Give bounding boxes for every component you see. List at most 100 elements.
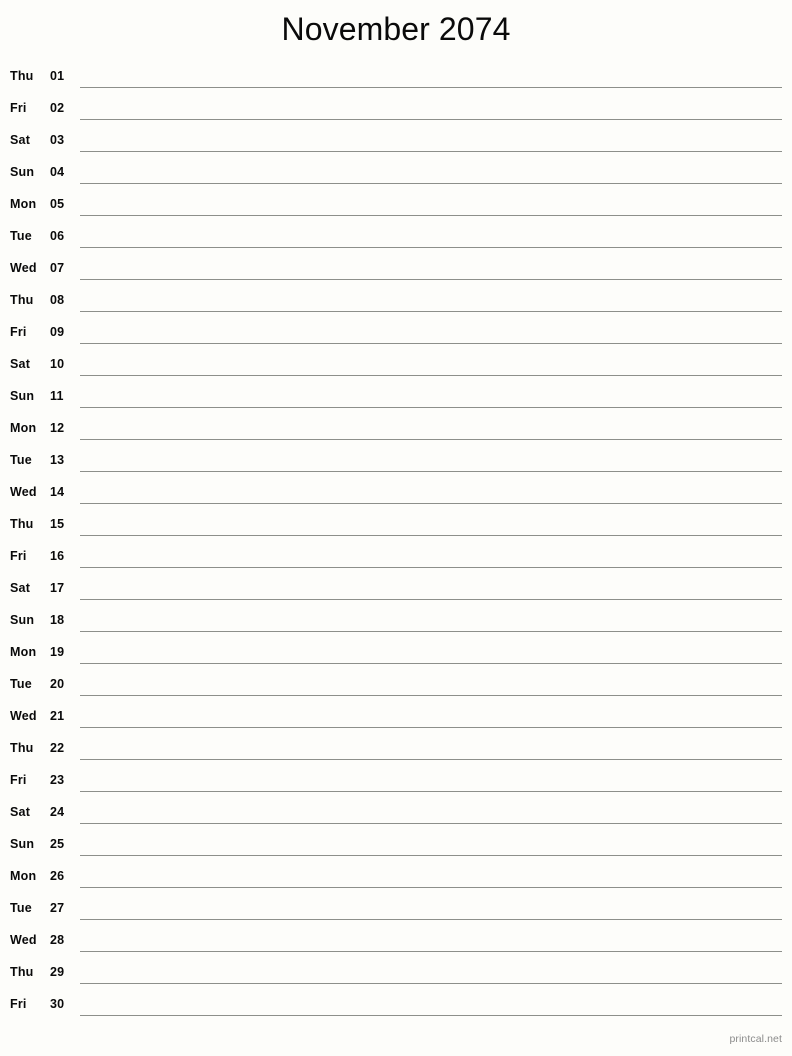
- weekday-label: Sun: [10, 165, 35, 179]
- note-writing-line[interactable]: [80, 919, 782, 920]
- note-writing-line[interactable]: [80, 183, 782, 184]
- note-writing-line[interactable]: [80, 727, 782, 728]
- day-row: Sat 10: [0, 348, 792, 380]
- weekday-label: Fri: [10, 101, 27, 115]
- note-writing-line[interactable]: [80, 247, 782, 248]
- weekday-label: Wed: [10, 485, 37, 499]
- weekday-label: Thu: [10, 517, 34, 531]
- day-number: 07: [50, 261, 65, 275]
- note-writing-line[interactable]: [80, 407, 782, 408]
- day-number: 19: [50, 645, 65, 659]
- day-number: 01: [50, 69, 65, 83]
- weekday-label: Sat: [10, 581, 31, 595]
- note-writing-line[interactable]: [80, 791, 782, 792]
- note-writing-line[interactable]: [80, 375, 782, 376]
- note-writing-line[interactable]: [80, 887, 782, 888]
- note-writing-line[interactable]: [80, 983, 782, 984]
- note-writing-line[interactable]: [80, 343, 782, 344]
- weekday-label: Sat: [10, 133, 31, 147]
- day-number: 04: [50, 165, 65, 179]
- note-writing-line[interactable]: [80, 567, 782, 568]
- note-writing-line[interactable]: [80, 119, 782, 120]
- day-row: Tue 13: [0, 444, 792, 476]
- weekday-label: Sun: [10, 613, 35, 627]
- day-number: 22: [50, 741, 65, 755]
- note-writing-line[interactable]: [80, 151, 782, 152]
- day-number: 21: [50, 709, 65, 723]
- day-row: Fri 16: [0, 540, 792, 572]
- day-number: 14: [50, 485, 65, 499]
- day-row: Fri 30: [0, 988, 792, 1020]
- note-writing-line[interactable]: [80, 87, 782, 88]
- day-row: Fri 09: [0, 316, 792, 348]
- day-row: Tue 27: [0, 892, 792, 924]
- weekday-label: Mon: [10, 197, 37, 211]
- day-row: Wed 28: [0, 924, 792, 956]
- note-writing-line[interactable]: [80, 759, 782, 760]
- note-writing-line[interactable]: [80, 663, 782, 664]
- day-row: Sat 24: [0, 796, 792, 828]
- day-row: Sat 17: [0, 572, 792, 604]
- day-number: 25: [50, 837, 65, 851]
- day-number: 29: [50, 965, 65, 979]
- note-writing-line[interactable]: [80, 823, 782, 824]
- weekday-label: Fri: [10, 325, 27, 339]
- weekday-label: Thu: [10, 741, 34, 755]
- weekday-label: Tue: [10, 677, 32, 691]
- day-number: 30: [50, 997, 65, 1011]
- day-number: 16: [50, 549, 65, 563]
- day-row: Mon 05: [0, 188, 792, 220]
- note-writing-line[interactable]: [80, 695, 782, 696]
- day-row: Sun 11: [0, 380, 792, 412]
- day-row: Wed 14: [0, 476, 792, 508]
- day-number: 06: [50, 229, 65, 243]
- day-number: 20: [50, 677, 65, 691]
- weekday-label: Thu: [10, 69, 34, 83]
- note-writing-line[interactable]: [80, 439, 782, 440]
- note-writing-line[interactable]: [80, 215, 782, 216]
- note-writing-line[interactable]: [80, 311, 782, 312]
- day-number: 13: [50, 453, 65, 467]
- day-number: 03: [50, 133, 65, 147]
- day-row: Sun 25: [0, 828, 792, 860]
- day-number: 11: [50, 389, 64, 403]
- weekday-label: Wed: [10, 709, 37, 723]
- day-row: Tue 20: [0, 668, 792, 700]
- day-row: Mon 26: [0, 860, 792, 892]
- note-writing-line[interactable]: [80, 599, 782, 600]
- day-number: 12: [50, 421, 65, 435]
- note-writing-line[interactable]: [80, 471, 782, 472]
- note-writing-line[interactable]: [80, 503, 782, 504]
- day-number: 05: [50, 197, 65, 211]
- weekday-label: Wed: [10, 933, 37, 947]
- note-writing-line[interactable]: [80, 855, 782, 856]
- day-row: Fri 02: [0, 92, 792, 124]
- footer-credit: printcal.net: [729, 1033, 782, 1045]
- day-number: 08: [50, 293, 65, 307]
- day-row: Sun 18: [0, 604, 792, 636]
- weekday-label: Wed: [10, 261, 37, 275]
- weekday-label: Mon: [10, 421, 37, 435]
- note-writing-line[interactable]: [80, 951, 782, 952]
- day-row: Mon 19: [0, 636, 792, 668]
- day-number: 09: [50, 325, 65, 339]
- weekday-label: Fri: [10, 773, 27, 787]
- day-number: 18: [50, 613, 65, 627]
- weekday-label: Sun: [10, 389, 35, 403]
- note-writing-line[interactable]: [80, 1015, 782, 1016]
- note-writing-line[interactable]: [80, 279, 782, 280]
- weekday-label: Tue: [10, 453, 32, 467]
- weekday-label: Mon: [10, 645, 37, 659]
- day-row: Thu 15: [0, 508, 792, 540]
- weekday-label: Tue: [10, 229, 32, 243]
- day-number: 17: [50, 581, 65, 595]
- note-writing-line[interactable]: [80, 535, 782, 536]
- day-number: 27: [50, 901, 65, 915]
- day-number: 10: [50, 357, 65, 371]
- day-number: 23: [50, 773, 65, 787]
- day-row: Wed 07: [0, 252, 792, 284]
- day-row: Thu 01: [0, 60, 792, 92]
- day-number: 24: [50, 805, 65, 819]
- day-row: Wed 21: [0, 700, 792, 732]
- note-writing-line[interactable]: [80, 631, 782, 632]
